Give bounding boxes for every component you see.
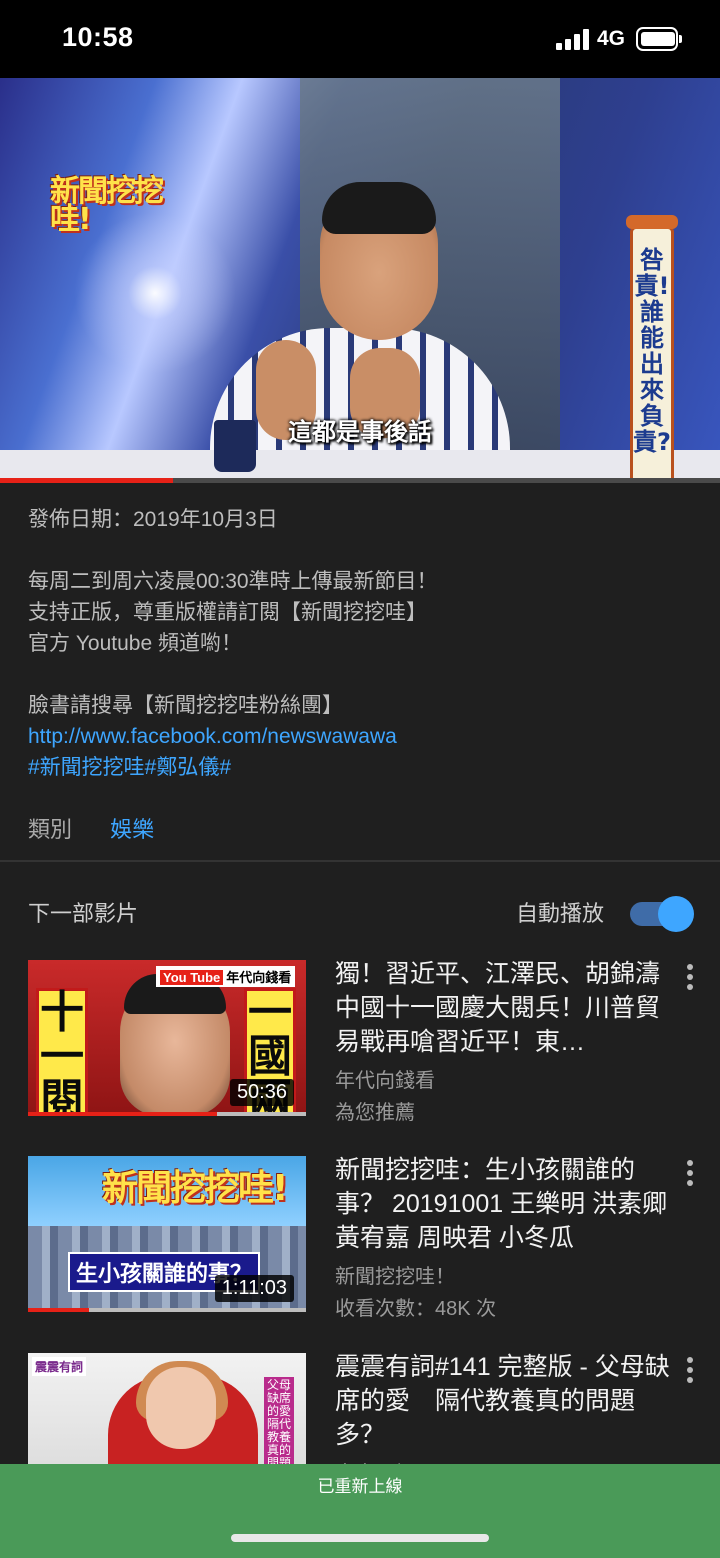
video-title[interactable]: 震震有詞#141 完整版 - 父母缺席的愛 隔代教養真的問題多？ — [335, 1350, 675, 1452]
video-player[interactable]: 新聞挖挖哇! 咎責!誰能出來負責? 這都是事後話 — [0, 78, 720, 482]
watch-progress — [28, 1308, 306, 1312]
more-options-icon[interactable] — [680, 1158, 700, 1188]
video-progress-bar[interactable] — [0, 478, 720, 483]
hashtag-links[interactable]: #新聞挖挖哇#鄭弘儀# — [28, 752, 698, 783]
video-title[interactable]: 新聞挖挖哇：生小孩關誰的事？ 20191001 王樂明 洪素卿 黃宥嘉 周映君 … — [335, 1153, 675, 1255]
snackbar-text: 已重新上線 — [317, 1477, 403, 1496]
thumb-channel-badge: You Tube 年代向錢看 — [156, 966, 296, 987]
video-duration: 50:36 — [229, 1079, 294, 1106]
video-progress-fill — [0, 478, 173, 483]
thumb-logo: 新聞挖挖哇! — [102, 1168, 288, 1209]
signal-icon — [556, 28, 590, 50]
video-thumbnail[interactable]: 新聞挖挖哇! 生小孩關誰的事？ 1:11:03 — [28, 1156, 306, 1312]
facebook-line: 臉書請搜尋【新聞挖挖哇粉絲團】 — [28, 694, 343, 717]
description-line: 官方 Youtube 頻道喲！ — [28, 632, 242, 655]
video-subtitle: 這都是事後話 — [288, 418, 432, 446]
reconnected-snackbar: 已重新上線 — [0, 1464, 720, 1558]
video-duration: 1:11:03 — [214, 1275, 294, 1302]
facebook-link[interactable]: http://www.facebook.com/newswawawa — [28, 721, 698, 752]
show-logo: 新聞挖挖哇! — [50, 174, 164, 240]
channel-name: 年代向錢看 — [335, 1070, 435, 1092]
description-line: 支持正版，尊重版權請訂閱【新聞挖挖哇】 — [28, 601, 427, 624]
status-bar: 10:58 4G — [0, 0, 720, 78]
channel-name: 新聞挖挖哇！ — [335, 1266, 455, 1288]
battery-icon — [636, 27, 682, 51]
host-hair — [322, 182, 436, 234]
thumb-caption-left: 十一閱兵 — [36, 988, 88, 1116]
divider — [0, 860, 720, 862]
publish-date: 發佈日期：2019年10月3日 — [28, 508, 278, 531]
status-time: 10:58 — [62, 22, 134, 52]
recommended-video[interactable]: 新聞挖挖哇! 生小孩關誰的事？ 1:11:03 新聞挖挖哇：生小孩關誰的事？ 2… — [28, 1156, 708, 1336]
video-thumbnail[interactable]: You Tube年代向錢看 十一閱兵 一國兩制 50:36 — [28, 960, 306, 1116]
autoplay-label: 自動播放 — [516, 901, 605, 926]
autoplay-toggle[interactable] — [628, 896, 694, 932]
home-indicator[interactable] — [231, 1534, 489, 1542]
recommended-video[interactable]: You Tube年代向錢看 十一閱兵 一國兩制 50:36 獨！習近平、江澤民、… — [28, 960, 708, 1140]
category-row: 類別 娛樂 — [28, 812, 154, 844]
network-label: 4G — [597, 27, 626, 50]
more-options-icon[interactable] — [680, 962, 700, 992]
description-line: 每周二到周六凌晨00:30準時上傳最新節目！ — [28, 570, 438, 593]
category-label: 類別 — [28, 817, 73, 842]
show-logo-text: 新聞挖挖哇! — [50, 174, 164, 237]
thumb-logo: 震震有詞 — [32, 1357, 87, 1376]
category-link[interactable]: 娛樂 — [110, 817, 154, 842]
up-next-header: 下一部影片 — [28, 901, 139, 926]
video-description: 發佈日期：2019年10月3日 每周二到周六凌晨00:30準時上傳最新節目！ 支… — [28, 504, 698, 783]
more-options-icon[interactable] — [680, 1355, 700, 1385]
view-count: 收看次數：48K 次 — [335, 1298, 497, 1320]
video-title[interactable]: 獨！習近平、江澤民、胡錦濤中國十一國慶大閱兵！川普貿易戰再嗆習近平！東… — [335, 957, 675, 1059]
watch-progress — [28, 1112, 306, 1116]
video-meta: 為您推薦 — [335, 1102, 415, 1124]
toggle-knob — [658, 896, 694, 932]
